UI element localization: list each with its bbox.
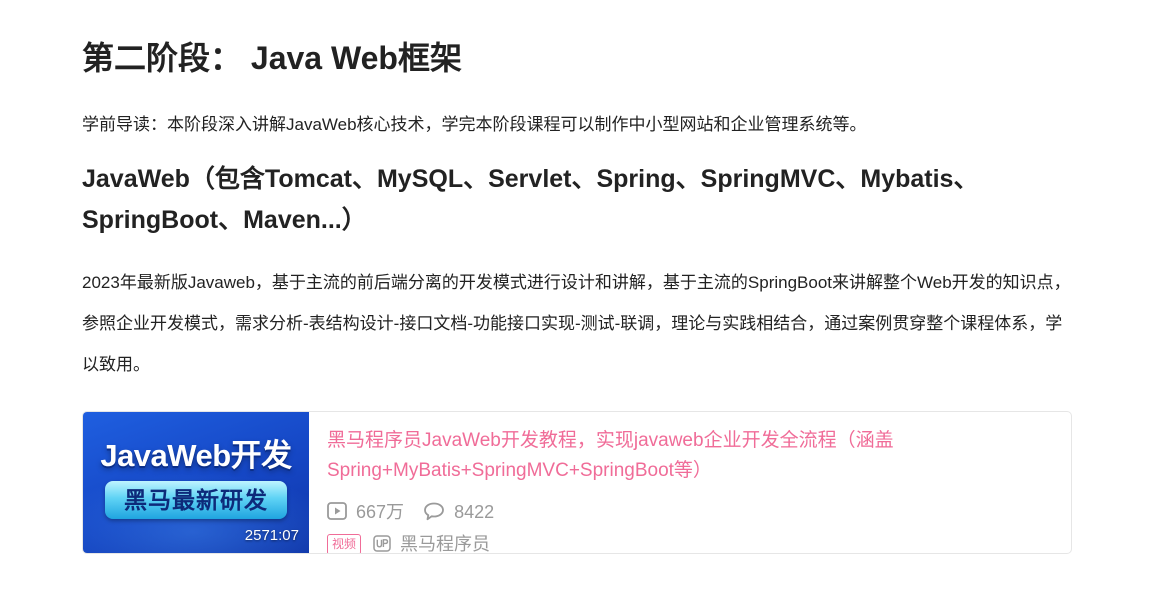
play-count-value: 667万 — [356, 502, 405, 522]
thumbnail-banner-text: 黑马最新研发 — [124, 487, 268, 513]
thumbnail-banner: 黑马最新研发 — [105, 481, 287, 519]
video-type-badge: 视频 — [327, 534, 362, 553]
course-description: 2023年最新版Javaweb，基于主流的前后端分离的开发模式进行设计和讲解，基… — [82, 273, 1071, 374]
video-title-link[interactable]: 黑马程序员JavaWeb开发教程，实现javaweb企业开发全流程（涵盖Spri… — [327, 426, 947, 486]
comment-bubble-icon — [424, 502, 444, 521]
thumbnail-title: JavaWeb开发 — [100, 438, 292, 473]
intro-text: 学前导读：本阶段深入讲解JavaWeb核心技术，学完本阶段课程可以制作中小型网站… — [82, 115, 867, 134]
play-count-icon — [327, 502, 347, 520]
video-meta: 视频 黑马程序员 — [327, 533, 490, 553]
comment-count-value: 8422 — [454, 502, 495, 522]
video-card[interactable]: JavaWeb开发 黑马最新研发 2571:07 黑马程序员JavaWeb开发教… — [82, 411, 1072, 554]
up-uploader-icon — [373, 535, 391, 552]
video-duration: 2571:07 — [244, 527, 299, 544]
play-count: 667万 — [327, 500, 404, 524]
comment-count: 8422 — [423, 500, 494, 524]
uploader-name[interactable]: 黑马程序员 — [400, 533, 490, 553]
stage-title: 第二阶段： Java Web框架 — [82, 40, 462, 76]
section-title: JavaWeb（包含Tomcat、MySQL、Servlet、Spring、Sp… — [82, 165, 979, 234]
video-thumbnail[interactable]: JavaWeb开发 黑马最新研发 2571:07 — [83, 412, 309, 553]
video-info: 黑马程序员JavaWeb开发教程，实现javaweb企业开发全流程（涵盖Spri… — [327, 426, 1057, 553]
video-stats: 667万 8422 — [327, 500, 508, 524]
